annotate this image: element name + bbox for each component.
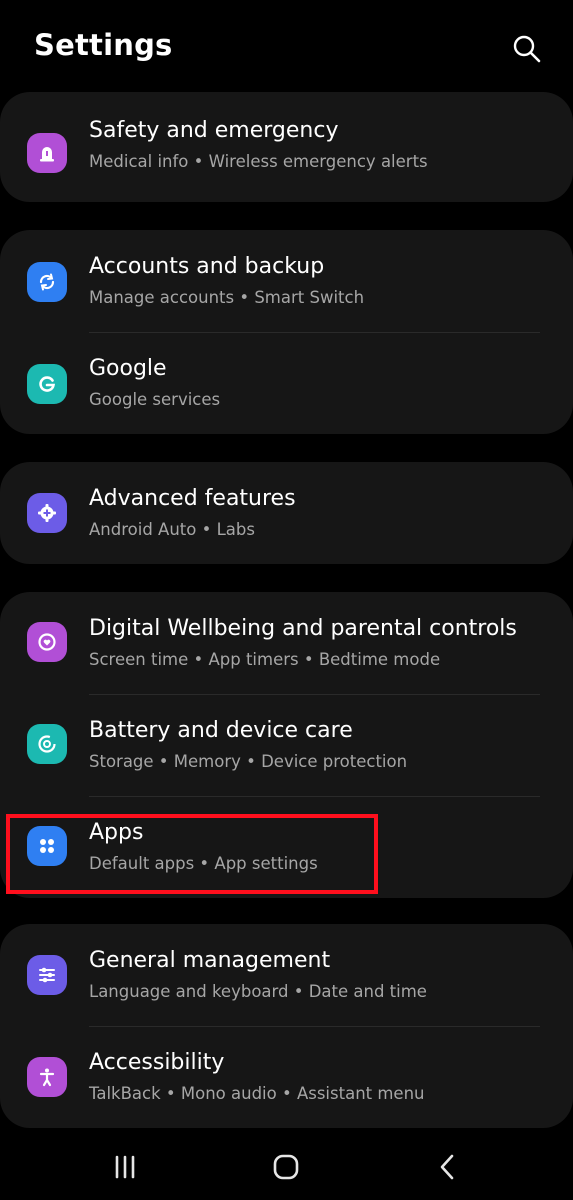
item-title: Accounts and backup bbox=[89, 254, 325, 279]
item-subtitle: Google services bbox=[89, 390, 221, 409]
item-subtitle: Android Auto • Labs bbox=[89, 520, 255, 539]
item-subtitle: TalkBack • Mono audio • Assistant menu bbox=[89, 1084, 425, 1103]
google-icon bbox=[27, 364, 67, 404]
settings-item-safety-and-emergency[interactable]: Safety and emergency Medical info • Wire… bbox=[0, 96, 573, 198]
item-subtitle: Language and keyboard • Date and time bbox=[89, 982, 427, 1001]
settings-item-google[interactable]: Google Google services bbox=[0, 332, 573, 434]
heart-ring-icon bbox=[27, 622, 67, 662]
settings-group-general: General management Language and keyboard… bbox=[0, 924, 573, 1128]
item-title: Battery and device care bbox=[89, 718, 353, 743]
navigation-bar bbox=[0, 1136, 573, 1200]
item-title: Google bbox=[89, 356, 167, 381]
item-title: General management bbox=[89, 948, 331, 973]
page-title: Settings bbox=[34, 28, 173, 62]
search-icon[interactable] bbox=[510, 32, 544, 66]
sliders-icon bbox=[27, 955, 67, 995]
settings-group-accounts: Accounts and backup Manage accounts • Sm… bbox=[0, 230, 573, 434]
settings-item-digital-wellbeing[interactable]: Digital Wellbeing and parental controls … bbox=[0, 592, 573, 694]
device-care-icon bbox=[27, 724, 67, 764]
gear-plus-icon bbox=[27, 493, 67, 533]
accessibility-icon bbox=[27, 1057, 67, 1097]
apps-highlight-box bbox=[6, 814, 378, 894]
item-title: Accessibility bbox=[89, 1050, 225, 1075]
home-icon[interactable] bbox=[266, 1152, 306, 1182]
settings-item-accessibility[interactable]: Accessibility TalkBack • Mono audio • As… bbox=[0, 1026, 573, 1128]
item-subtitle: Screen time • App timers • Bedtime mode bbox=[89, 650, 441, 669]
settings-item-accounts-and-backup[interactable]: Accounts and backup Manage accounts • Sm… bbox=[0, 230, 573, 332]
settings-item-battery-and-device-care[interactable]: Battery and device care Storage • Memory… bbox=[0, 694, 573, 796]
top-bar: Settings bbox=[0, 0, 573, 92]
siren-icon bbox=[27, 133, 67, 173]
item-title: Safety and emergency bbox=[89, 118, 339, 143]
item-title: Advanced features bbox=[89, 486, 296, 511]
item-subtitle: Medical info • Wireless emergency alerts bbox=[89, 152, 428, 171]
settings-group-safety: Safety and emergency Medical info • Wire… bbox=[0, 92, 573, 202]
settings-group-advanced: Advanced features Android Auto • Labs bbox=[0, 462, 573, 564]
item-subtitle: Manage accounts • Smart Switch bbox=[89, 288, 365, 307]
back-icon[interactable] bbox=[427, 1152, 467, 1182]
item-subtitle: Storage • Memory • Device protection bbox=[89, 752, 408, 771]
recents-icon[interactable] bbox=[105, 1152, 145, 1182]
settings-item-general-management[interactable]: General management Language and keyboard… bbox=[0, 924, 573, 1026]
item-title: Digital Wellbeing and parental controls bbox=[89, 616, 517, 641]
settings-item-advanced-features[interactable]: Advanced features Android Auto • Labs bbox=[0, 462, 573, 564]
sync-icon bbox=[27, 262, 67, 302]
